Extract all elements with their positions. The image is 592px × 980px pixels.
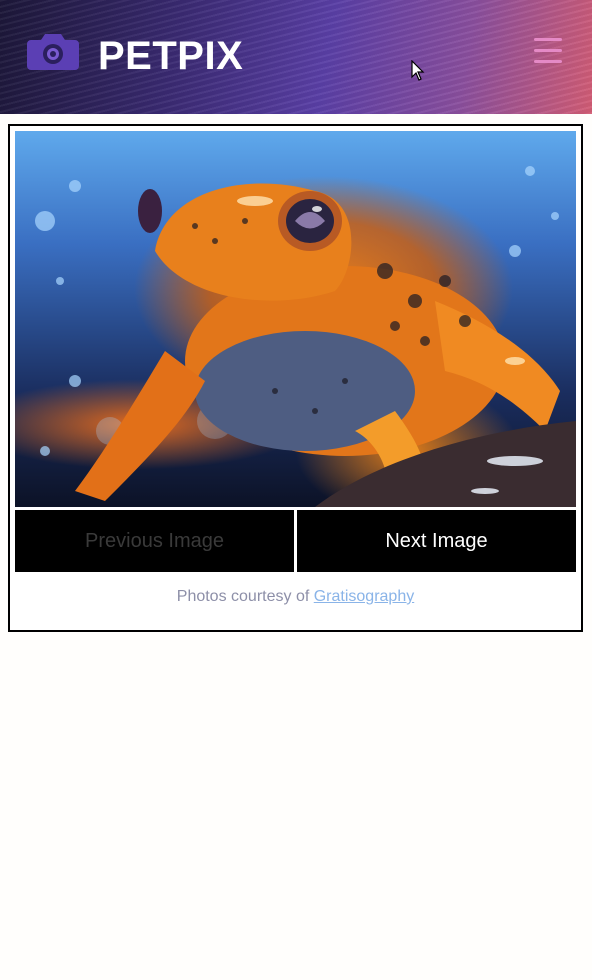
gallery-nav: Previous Image Next Image: [15, 510, 576, 572]
frog-eye: [278, 191, 342, 251]
gallery-card: Previous Image Next Image Photos courtes…: [8, 124, 583, 632]
menu-line: [534, 49, 562, 52]
previous-image-button[interactable]: Previous Image: [15, 510, 294, 572]
gallery-photo: [15, 131, 576, 507]
menu-line: [534, 38, 562, 41]
menu-line: [534, 60, 562, 63]
credit-text: Photos courtesy of: [176, 588, 310, 605]
site-header: PETPIX: [0, 0, 592, 114]
frog-illustration: [35, 166, 576, 507]
photo-credit: Photos courtesy of Gratisography: [10, 588, 581, 606]
next-image-button[interactable]: Next Image: [297, 510, 576, 572]
mouse-cursor-icon: [411, 60, 425, 81]
camera-icon: [27, 34, 79, 70]
gratisography-link[interactable]: Gratisography: [314, 588, 415, 605]
hamburger-menu-icon[interactable]: [534, 38, 566, 68]
brand-title[interactable]: PETPIX: [98, 33, 243, 79]
